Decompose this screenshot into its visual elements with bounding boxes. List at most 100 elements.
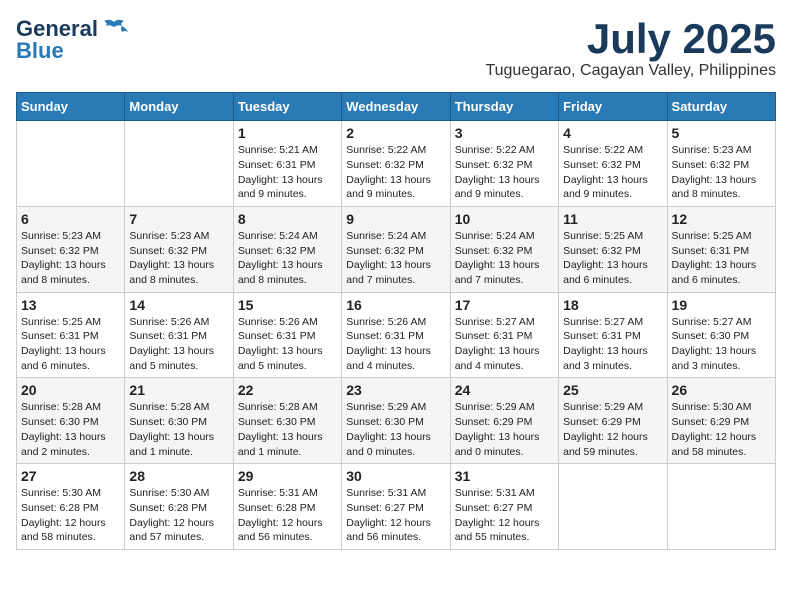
day-number: 11 (563, 211, 662, 227)
day-info: Sunrise: 5:24 AM Sunset: 6:32 PM Dayligh… (346, 229, 445, 288)
day-number: 10 (455, 211, 554, 227)
calendar-cell: 7 Sunrise: 5:23 AM Sunset: 6:32 PM Daylig… (125, 206, 233, 292)
day-info: Sunrise: 5:25 AM Sunset: 6:31 PM Dayligh… (672, 229, 771, 288)
calendar-cell: 31 Sunrise: 5:31 AM Sunset: 6:27 PM Dayli… (450, 464, 558, 550)
calendar-cell: 17Sunrise: 5:27 AM Sunset: 6:31 PM Dayli… (450, 292, 558, 378)
calendar-cell: 26Sunrise: 5:30 AM Sunset: 6:29 PM Dayli… (667, 378, 775, 464)
calendar-cell: 22Sunrise: 5:28 AM Sunset: 6:30 PM Dayli… (233, 378, 341, 464)
day-info: Sunrise: 5:24 AM Sunset: 6:32 PM Dayligh… (455, 229, 554, 288)
day-number: 7 (129, 211, 228, 227)
calendar-cell: 29 Sunrise: 5:31 AM Sunset: 6:28 PM Dayli… (233, 464, 341, 550)
day-number: 15 (238, 297, 337, 313)
calendar-cell (667, 464, 775, 550)
logo-blue: Blue (16, 38, 64, 64)
calendar-cell: 8 Sunrise: 5:24 AM Sunset: 6:32 PM Daylig… (233, 206, 341, 292)
calendar-cell: 20Sunrise: 5:28 AM Sunset: 6:30 PM Dayli… (17, 378, 125, 464)
calendar-cell: 28 Sunrise: 5:30 AM Sunset: 6:28 PM Dayli… (125, 464, 233, 550)
calendar-cell: 27 Sunrise: 5:30 AM Sunset: 6:28 PM Dayli… (17, 464, 125, 550)
calendar-cell: 1 Sunrise: 5:21 AM Sunset: 6:31 PM Daylig… (233, 121, 341, 207)
header-thursday: Thursday (450, 93, 558, 121)
calendar-cell: 5Sunrise: 5:23 AM Sunset: 6:32 PM Daylig… (667, 121, 775, 207)
day-number: 31 (455, 468, 554, 484)
header-monday: Monday (125, 93, 233, 121)
calendar-cell: 9 Sunrise: 5:24 AM Sunset: 6:32 PM Daylig… (342, 206, 450, 292)
calendar-cell: 4 Sunrise: 5:22 AM Sunset: 6:32 PM Daylig… (559, 121, 667, 207)
day-number: 21 (129, 382, 228, 398)
day-number: 29 (238, 468, 337, 484)
calendar-cell: 16Sunrise: 5:26 AM Sunset: 6:31 PM Dayli… (342, 292, 450, 378)
calendar-cell: 15 Sunrise: 5:26 AM Sunset: 6:31 PM Dayli… (233, 292, 341, 378)
calendar-week-4: 20 Sunrise: 5:28 AM Sunset: 6:30 PM Dayli… (17, 378, 776, 464)
calendar-cell: 2 Sunrise: 5:22 AM Sunset: 6:32 PM Daylig… (342, 121, 450, 207)
header-friday: Friday (559, 93, 667, 121)
day-info: Sunrise: 5:28 AM Sunset: 6:30 PM Dayligh… (238, 400, 337, 459)
logo: General Blue (16, 16, 128, 64)
day-number: 9 (346, 211, 445, 227)
header-saturday: Saturday (667, 93, 775, 121)
day-info: Sunrise: 5:22 AM Sunset: 6:32 PM Dayligh… (455, 143, 554, 202)
day-number: 26 (672, 382, 771, 398)
day-number: 3 (455, 125, 554, 141)
day-info: Sunrise: 5:31 AM Sunset: 6:28 PM Dayligh… (238, 486, 337, 545)
calendar-cell: 3 Sunrise: 5:22 AM Sunset: 6:32 PM Daylig… (450, 121, 558, 207)
day-info: Sunrise: 5:22 AM Sunset: 6:32 PM Dayligh… (346, 143, 445, 202)
day-number: 28 (129, 468, 228, 484)
calendar-cell: 14 Sunrise: 5:26 AM Sunset: 6:31 PM Dayli… (125, 292, 233, 378)
day-info: Sunrise: 5:27 AM Sunset: 6:31 PM Dayligh… (455, 315, 554, 374)
day-info: Sunrise: 5:29 AM Sunset: 6:29 PM Dayligh… (563, 400, 662, 459)
calendar-table: SundayMondayTuesdayWednesdayThursdayFrid… (16, 92, 776, 550)
day-info: Sunrise: 5:27 AM Sunset: 6:30 PM Dayligh… (672, 315, 771, 374)
day-info: Sunrise: 5:27 AM Sunset: 6:31 PM Dayligh… (563, 315, 662, 374)
day-info: Sunrise: 5:31 AM Sunset: 6:27 PM Dayligh… (455, 486, 554, 545)
day-info: Sunrise: 5:25 AM Sunset: 6:31 PM Dayligh… (21, 315, 120, 374)
day-number: 2 (346, 125, 445, 141)
day-number: 12 (672, 211, 771, 227)
day-number: 19 (672, 297, 771, 313)
calendar-cell (17, 121, 125, 207)
calendar-cell: 18 Sunrise: 5:27 AM Sunset: 6:31 PM Dayli… (559, 292, 667, 378)
calendar-cell: 10 Sunrise: 5:24 AM Sunset: 6:32 PM Dayli… (450, 206, 558, 292)
day-info: Sunrise: 5:28 AM Sunset: 6:30 PM Dayligh… (129, 400, 228, 459)
day-info: Sunrise: 5:29 AM Sunset: 6:29 PM Dayligh… (455, 400, 554, 459)
day-number: 30 (346, 468, 445, 484)
month-title: July 2025 (485, 16, 776, 62)
calendar-week-1: 1 Sunrise: 5:21 AM Sunset: 6:31 PM Daylig… (17, 121, 776, 207)
day-number: 18 (563, 297, 662, 313)
header-tuesday: Tuesday (233, 93, 341, 121)
calendar-week-2: 6Sunrise: 5:23 AM Sunset: 6:32 PM Daylig… (17, 206, 776, 292)
day-info: Sunrise: 5:26 AM Sunset: 6:31 PM Dayligh… (238, 315, 337, 374)
day-number: 4 (563, 125, 662, 141)
day-info: Sunrise: 5:30 AM Sunset: 6:28 PM Dayligh… (129, 486, 228, 545)
day-number: 25 (563, 382, 662, 398)
calendar-week-5: 27 Sunrise: 5:30 AM Sunset: 6:28 PM Dayli… (17, 464, 776, 550)
calendar-cell: 21 Sunrise: 5:28 AM Sunset: 6:30 PM Dayli… (125, 378, 233, 464)
day-number: 27 (21, 468, 120, 484)
day-number: 20 (21, 382, 120, 398)
header-wednesday: Wednesday (342, 93, 450, 121)
day-info: Sunrise: 5:21 AM Sunset: 6:31 PM Dayligh… (238, 143, 337, 202)
day-number: 14 (129, 297, 228, 313)
day-info: Sunrise: 5:30 AM Sunset: 6:28 PM Dayligh… (21, 486, 120, 545)
calendar-cell: 11Sunrise: 5:25 AM Sunset: 6:32 PM Dayli… (559, 206, 667, 292)
day-number: 8 (238, 211, 337, 227)
calendar-cell: 19 Sunrise: 5:27 AM Sunset: 6:30 PM Dayli… (667, 292, 775, 378)
location-title: Tuguegarao, Cagayan Valley, Philippines (485, 62, 776, 80)
day-info: Sunrise: 5:23 AM Sunset: 6:32 PM Dayligh… (21, 229, 120, 288)
calendar-week-3: 13 Sunrise: 5:25 AM Sunset: 6:31 PM Dayli… (17, 292, 776, 378)
calendar-cell: 23Sunrise: 5:29 AM Sunset: 6:30 PM Dayli… (342, 378, 450, 464)
logo-bird-icon (100, 18, 128, 40)
calendar-cell: 13 Sunrise: 5:25 AM Sunset: 6:31 PM Dayli… (17, 292, 125, 378)
day-info: Sunrise: 5:31 AM Sunset: 6:27 PM Dayligh… (346, 486, 445, 545)
day-number: 1 (238, 125, 337, 141)
day-info: Sunrise: 5:24 AM Sunset: 6:32 PM Dayligh… (238, 229, 337, 288)
day-info: Sunrise: 5:26 AM Sunset: 6:31 PM Dayligh… (129, 315, 228, 374)
calendar-cell: 30 Sunrise: 5:31 AM Sunset: 6:27 PM Dayli… (342, 464, 450, 550)
day-info: Sunrise: 5:22 AM Sunset: 6:32 PM Dayligh… (563, 143, 662, 202)
day-number: 13 (21, 297, 120, 313)
day-info: Sunrise: 5:23 AM Sunset: 6:32 PM Dayligh… (129, 229, 228, 288)
calendar-cell (559, 464, 667, 550)
calendar-cell: 12 Sunrise: 5:25 AM Sunset: 6:31 PM Dayli… (667, 206, 775, 292)
day-info: Sunrise: 5:23 AM Sunset: 6:32 PM Dayligh… (672, 143, 771, 202)
calendar-cell: 6Sunrise: 5:23 AM Sunset: 6:32 PM Daylig… (17, 206, 125, 292)
calendar-cell: 25 Sunrise: 5:29 AM Sunset: 6:29 PM Dayli… (559, 378, 667, 464)
